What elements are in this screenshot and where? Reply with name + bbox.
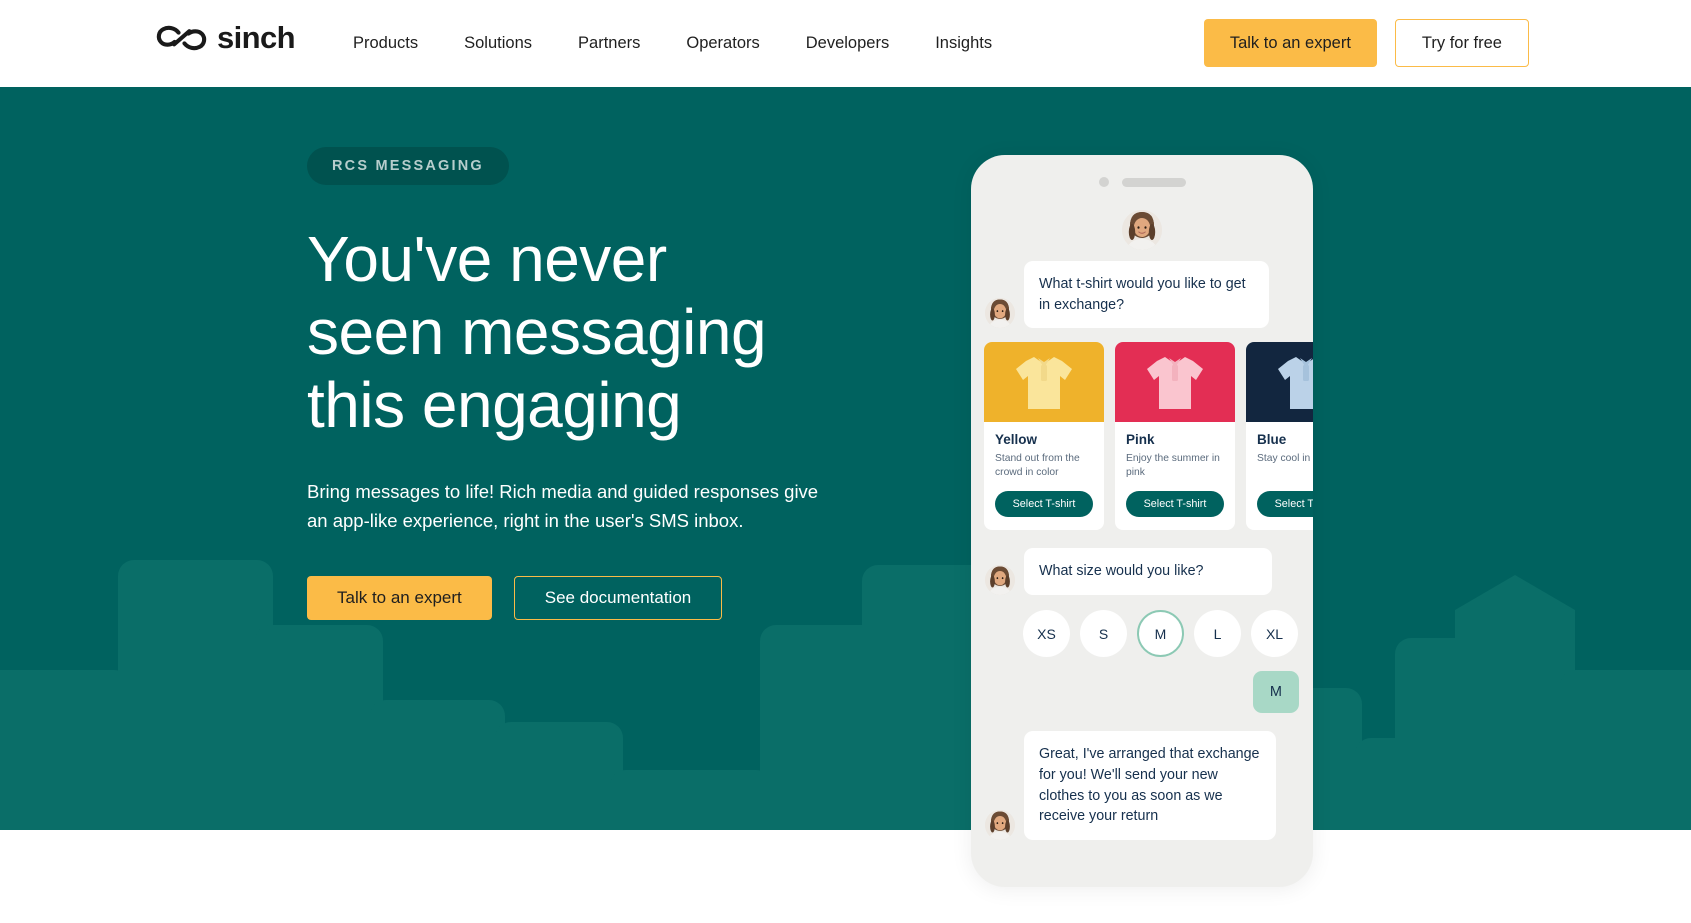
product-card-body: Blue Stay cool in blue Select T-shirt bbox=[1246, 422, 1313, 530]
main-nav: Products Solutions Partners Operators De… bbox=[330, 0, 1015, 87]
select-tshirt-button-blue[interactable]: Select T-shirt bbox=[1257, 491, 1313, 518]
camera-icon bbox=[1098, 177, 1109, 187]
size-option-m[interactable]: M bbox=[1137, 610, 1184, 658]
hero-subtext: Bring messages to life! Rich media and g… bbox=[307, 480, 819, 531]
site-header: sinch Products Solutions Partners Operat… bbox=[0, 0, 1691, 87]
phone-status-bar bbox=[971, 177, 1313, 187]
size-selector[interactable]: XS S M L XL bbox=[985, 610, 1299, 658]
chat-bubble-outgoing: M bbox=[1252, 671, 1299, 714]
product-description: Enjoy the summer in pink bbox=[1126, 453, 1220, 479]
talk-to-expert-button-hero[interactable]: Talk to an expert bbox=[307, 576, 492, 621]
sinch-logo-link[interactable]: sinch bbox=[155, 20, 296, 55]
sinch-infinity-logo-icon bbox=[155, 23, 208, 53]
sinch-logo-text: sinch bbox=[217, 20, 296, 55]
nav-item-operators[interactable]: Operators bbox=[663, 0, 782, 87]
speaker-grille-icon bbox=[1121, 177, 1186, 187]
chat-message-agent-1: What t-shirt would you like to get in ex… bbox=[985, 261, 1299, 329]
headline-line-3: this engaging bbox=[307, 368, 682, 441]
product-description: Stay cool in blue bbox=[1257, 453, 1313, 465]
product-card-yellow[interactable]: Yellow Stand out from the crowd in color… bbox=[984, 342, 1104, 531]
nav-item-solutions[interactable]: Solutions bbox=[441, 0, 555, 87]
product-card-body: Pink Enjoy the summer in pink Select T-s… bbox=[1115, 422, 1235, 530]
product-title: Blue bbox=[1257, 432, 1287, 448]
chat-message-agent-2: What size would you like? bbox=[985, 548, 1299, 596]
size-option-l[interactable]: L bbox=[1194, 610, 1241, 658]
product-image-blue bbox=[1246, 342, 1313, 423]
hero-content: RCS MESSAGING You've never seen messagin… bbox=[307, 147, 867, 621]
avatar bbox=[985, 565, 1015, 596]
chat-bubble: What size would you like? bbox=[1024, 548, 1272, 596]
page-title: You've never seen messaging this engagin… bbox=[307, 223, 867, 442]
product-title: Yellow bbox=[995, 432, 1038, 448]
product-carousel[interactable]: Yellow Stand out from the crowd in color… bbox=[984, 342, 1313, 531]
talk-to-expert-button-header[interactable]: Talk to an expert bbox=[1203, 19, 1377, 67]
product-image-yellow bbox=[984, 342, 1104, 423]
hero-badge: RCS MESSAGING bbox=[307, 147, 509, 185]
avatar bbox=[985, 810, 1015, 841]
nav-item-partners[interactable]: Partners bbox=[555, 0, 663, 87]
header-actions: Talk to an expert Try for free bbox=[1203, 19, 1529, 67]
try-for-free-button[interactable]: Try for free bbox=[1394, 19, 1529, 67]
size-option-xs[interactable]: XS bbox=[1023, 610, 1070, 658]
product-card-blue[interactable]: Blue Stay cool in blue Select T-shirt bbox=[1246, 342, 1313, 531]
hero-section: RCS MESSAGING You've never seen messagin… bbox=[0, 87, 1691, 830]
product-title: Pink bbox=[1126, 432, 1155, 448]
headline-line-1: You've never bbox=[307, 223, 667, 295]
size-option-xl[interactable]: XL bbox=[1251, 610, 1298, 658]
headline-line-2: seen messaging bbox=[307, 295, 767, 368]
size-option-s[interactable]: S bbox=[1080, 610, 1127, 658]
nav-item-insights[interactable]: Insights bbox=[912, 0, 1015, 87]
avatar bbox=[985, 298, 1015, 329]
contact-avatar bbox=[1122, 210, 1162, 250]
select-tshirt-button-yellow[interactable]: Select T-shirt bbox=[995, 491, 1093, 518]
nav-item-products[interactable]: Products bbox=[330, 0, 441, 87]
chat-bubble: What t-shirt would you like to get in ex… bbox=[1024, 261, 1269, 329]
product-card-body: Yellow Stand out from the crowd in color… bbox=[984, 422, 1104, 530]
chat-bubble: Great, I've arranged that exchange for y… bbox=[1024, 731, 1276, 841]
see-documentation-button[interactable]: See documentation bbox=[513, 576, 723, 621]
select-tshirt-button-pink[interactable]: Select T-shirt bbox=[1126, 491, 1224, 518]
phone-mockup: What t-shirt would you like to get in ex… bbox=[971, 155, 1313, 887]
chat-message-agent-3: Great, I've arranged that exchange for y… bbox=[985, 731, 1299, 841]
page-root: sinch Products Solutions Partners Operat… bbox=[0, 0, 1691, 923]
product-card-pink[interactable]: Pink Enjoy the summer in pink Select T-s… bbox=[1115, 342, 1235, 531]
nav-item-developers[interactable]: Developers bbox=[783, 0, 912, 87]
hero-cta-row: Talk to an expert See documentation bbox=[307, 576, 867, 621]
chat-thread: What t-shirt would you like to get in ex… bbox=[971, 203, 1313, 887]
product-description: Stand out from the crowd in color bbox=[995, 453, 1080, 479]
chat-message-user: M bbox=[985, 657, 1299, 714]
product-image-pink bbox=[1115, 342, 1235, 423]
